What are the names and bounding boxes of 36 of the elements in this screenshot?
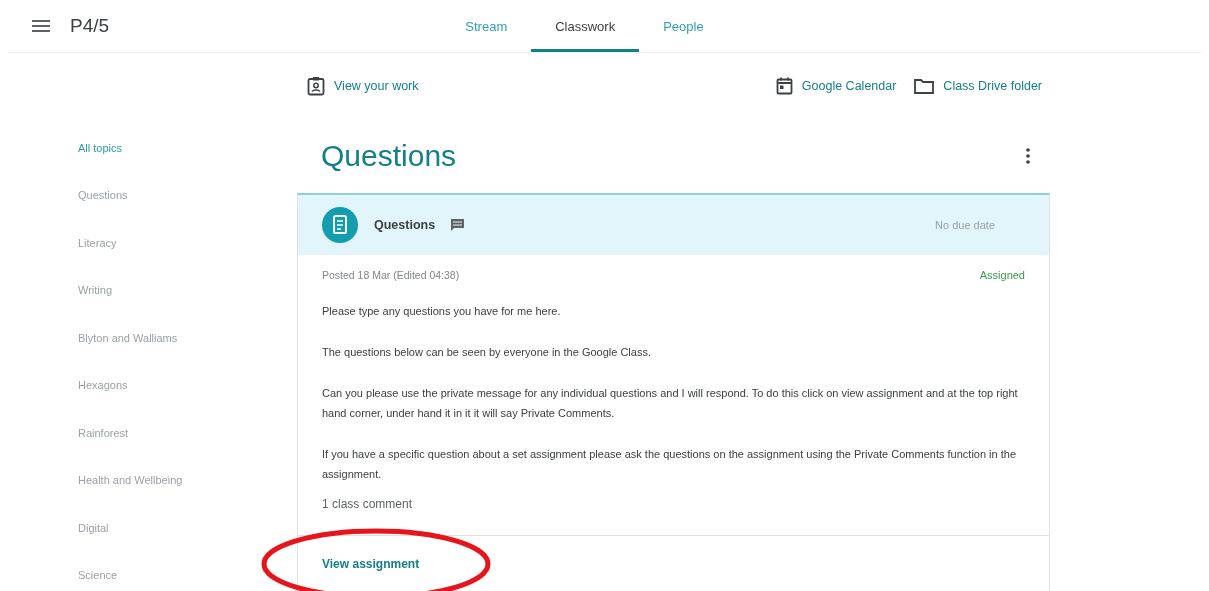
posted-date: Posted 18 Mar (Edited 04:38) <box>322 269 460 281</box>
folder-icon <box>914 78 935 94</box>
topic-link[interactable]: Writing <box>78 266 297 314</box>
topic-link[interactable]: Science <box>78 551 297 591</box>
description-text: If you have a specific question about a set assignment please ask the questions on the assignment using the Private Comments function in the assignment. <box>322 447 1018 482</box>
comment-icon <box>451 219 465 231</box>
calendar-link[interactable]: Google Calendar <box>775 77 897 95</box>
topic-link[interactable]: Literacy <box>78 219 297 267</box>
view-assignment-link[interactable]: View assignment <box>322 557 420 571</box>
class-title: P4/5 <box>70 15 110 37</box>
nav-tab[interactable]: Stream <box>441 3 532 52</box>
description-text: The questions below can be seen by everyone in the Google Class. <box>322 345 652 360</box>
nav-tab[interactable]: Classwork <box>531 3 640 52</box>
drive-folder-link[interactable]: Class Drive folder <box>914 78 1042 94</box>
view-work-link[interactable]: View your work <box>307 76 419 96</box>
calendar-icon <box>775 77 793 95</box>
topic-link[interactable]: Health and Wellbeing <box>78 456 297 504</box>
nav-tab[interactable]: People <box>639 3 728 52</box>
topic-link[interactable]: Rainforest <box>78 409 297 457</box>
topic-link[interactable]: Digital <box>78 504 297 552</box>
assignment-header[interactable]: Questions No due date <box>298 195 1049 255</box>
topic-link[interactable]: Hexagons <box>78 361 297 409</box>
due-date: No due date <box>935 219 995 231</box>
description-text: Can you please use the private message for any individual questions and I will respond. To do this click on view assignment and at the top right hand corner, under hand it in it it will say Private Comments. <box>322 386 1019 421</box>
topic-heading: Questions <box>321 139 457 173</box>
clipboard-person-icon <box>307 76 325 96</box>
topic-link[interactable]: All topics <box>78 124 297 172</box>
topic-link[interactable]: Blyton and Walliams <box>78 314 297 362</box>
description-text: Please type any questions you have for me here. <box>322 304 562 319</box>
more-options-icon[interactable] <box>1026 148 1030 164</box>
comment-count[interactable]: 1 class comment <box>322 497 1025 511</box>
topic-link[interactable]: Questions <box>78 171 297 219</box>
assignment-icon <box>322 207 358 243</box>
menu-icon[interactable] <box>32 20 50 32</box>
status-label: Assigned <box>979 269 1025 281</box>
assignment-title: Questions <box>374 218 436 232</box>
